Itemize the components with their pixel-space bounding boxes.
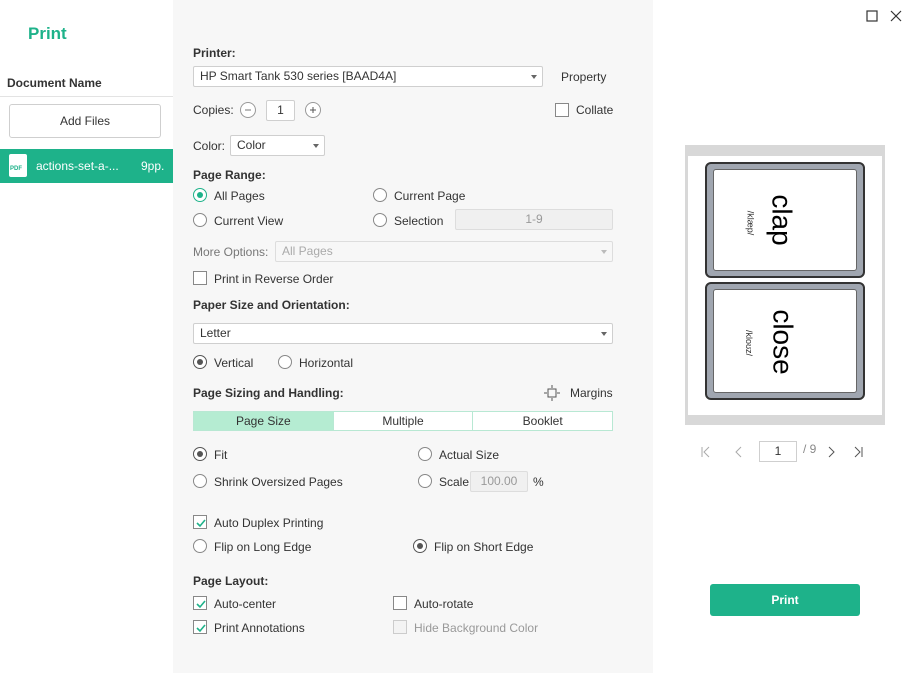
page-number-input[interactable]: 1 <box>759 441 797 462</box>
chevron-down-icon <box>531 75 537 79</box>
close-icon[interactable] <box>890 9 902 25</box>
tab-multiple[interactable]: Multiple <box>333 412 474 430</box>
scale-input[interactable]: 100.00 <box>470 471 528 492</box>
dialog-title: Print <box>28 24 67 43</box>
scale-label: Scale <box>439 475 470 489</box>
file-page-count: 9pp. <box>141 159 165 173</box>
more-options-select[interactable]: All Pages <box>275 241 613 262</box>
all-pages-label: All Pages <box>214 189 265 203</box>
sizing-tabs: Page Size Multiple Booklet <box>193 411 613 431</box>
previous-page-icon[interactable] <box>733 446 745 461</box>
sidebar: Print Document Name Add Files PDF action… <box>0 0 173 673</box>
color-select[interactable]: Color <box>230 135 325 156</box>
percent-label: % <box>533 475 544 489</box>
fit-label: Fit <box>214 448 228 462</box>
printer-select[interactable]: HP Smart Tank 530 series [BAAD4A] <box>193 66 543 87</box>
print-preview: clap /klæp/ close /kloʊz/ <box>685 145 885 425</box>
scale-radio[interactable] <box>418 474 432 488</box>
reverse-order-label: Print in Reverse Order <box>214 272 334 286</box>
tab-booklet[interactable]: Booklet <box>473 412 613 430</box>
card-phonetic: /klæp/ <box>745 210 756 236</box>
vertical-radio[interactable] <box>193 355 207 369</box>
first-page-icon[interactable] <box>700 446 712 461</box>
chevron-down-icon <box>313 144 319 148</box>
selection-range-input[interactable]: 1-9 <box>455 209 613 230</box>
pdf-icon: PDF <box>9 154 27 177</box>
chevron-down-icon <box>601 332 607 336</box>
minus-icon[interactable] <box>240 102 256 118</box>
shrink-oversized-radio[interactable] <box>193 474 207 488</box>
current-page-radio[interactable] <box>373 188 387 202</box>
document-name-heading: Document Name <box>7 76 102 90</box>
flash-card: close /kloʊz/ <box>705 282 865 400</box>
file-list-item[interactable]: PDF actions-set-a-... 9pp. <box>0 149 173 183</box>
flip-long-edge-radio[interactable] <box>193 539 207 553</box>
checkmark-icon <box>196 519 206 528</box>
current-view-radio[interactable] <box>193 213 207 227</box>
selection-radio[interactable] <box>373 213 387 227</box>
divider <box>0 96 173 97</box>
tab-page-size[interactable]: Page Size <box>194 412 334 430</box>
more-options-label: More Options: <box>193 245 269 259</box>
margins-button[interactable]: Margins <box>570 386 613 400</box>
card-phonetic: /kloʊz/ <box>744 329 755 357</box>
flip-long-edge-label: Flip on Long Edge <box>214 540 312 554</box>
page-total: / 9 <box>803 442 817 456</box>
flash-card: clap /klæp/ <box>705 162 865 278</box>
selection-label: Selection <box>394 214 444 228</box>
auto-center-checkbox[interactable] <box>193 596 207 610</box>
auto-duplex-checkbox[interactable] <box>193 515 207 529</box>
file-name: actions-set-a-... <box>36 159 119 173</box>
card-word: clap <box>766 194 798 246</box>
paper-size-label: Paper Size and Orientation: <box>193 298 350 312</box>
collate-label: Collate <box>576 103 614 117</box>
shrink-oversized-label: Shrink Oversized Pages <box>214 475 343 489</box>
page-range-label: Page Range: <box>193 168 266 182</box>
checkmark-icon <box>196 624 206 633</box>
paper-size-select[interactable]: Letter <box>193 323 613 344</box>
maximize-icon[interactable] <box>866 9 878 25</box>
flip-short-edge-radio[interactable] <box>413 539 427 553</box>
next-page-icon[interactable] <box>825 446 837 461</box>
page-sizing-label: Page Sizing and Handling: <box>193 386 344 400</box>
horizontal-radio[interactable] <box>278 355 292 369</box>
current-view-label: Current View <box>214 214 284 228</box>
collate-checkbox[interactable] <box>555 103 569 117</box>
print-annotations-checkbox[interactable] <box>193 620 207 634</box>
auto-rotate-checkbox[interactable] <box>393 596 407 610</box>
print-button[interactable]: Print <box>710 584 860 616</box>
auto-rotate-label: Auto-rotate <box>414 597 474 611</box>
auto-duplex-label: Auto Duplex Printing <box>214 516 324 530</box>
checkmark-icon <box>196 600 206 609</box>
color-label: Color: <box>193 139 226 153</box>
current-page-label: Current Page <box>394 189 466 203</box>
horizontal-label: Horizontal <box>299 356 354 370</box>
actual-size-label: Actual Size <box>439 448 500 462</box>
card-word: close <box>767 309 799 375</box>
plus-icon[interactable] <box>305 102 321 118</box>
last-page-icon[interactable] <box>852 446 864 461</box>
reverse-order-checkbox[interactable] <box>193 271 207 285</box>
add-files-button[interactable]: Add Files <box>9 104 161 138</box>
printer-label: Printer: <box>193 46 236 60</box>
hide-background-checkbox[interactable] <box>393 620 407 634</box>
print-annotations-label: Print Annotations <box>214 621 305 635</box>
preview-page: clap /klæp/ close /kloʊz/ <box>688 156 882 415</box>
property-link[interactable]: Property <box>561 70 606 84</box>
copies-input[interactable]: 1 <box>266 100 295 121</box>
fit-radio[interactable] <box>193 447 207 461</box>
all-pages-radio[interactable] <box>193 188 207 202</box>
flip-short-edge-label: Flip on Short Edge <box>434 540 534 554</box>
hide-background-label: Hide Background Color <box>414 621 539 635</box>
auto-center-label: Auto-center <box>214 597 277 611</box>
page-layout-label: Page Layout: <box>193 574 269 588</box>
copies-label: Copies: <box>193 103 234 117</box>
chevron-down-icon <box>601 250 607 254</box>
actual-size-radio[interactable] <box>418 447 432 461</box>
margins-icon[interactable] <box>544 385 560 404</box>
vertical-label: Vertical <box>214 356 254 370</box>
